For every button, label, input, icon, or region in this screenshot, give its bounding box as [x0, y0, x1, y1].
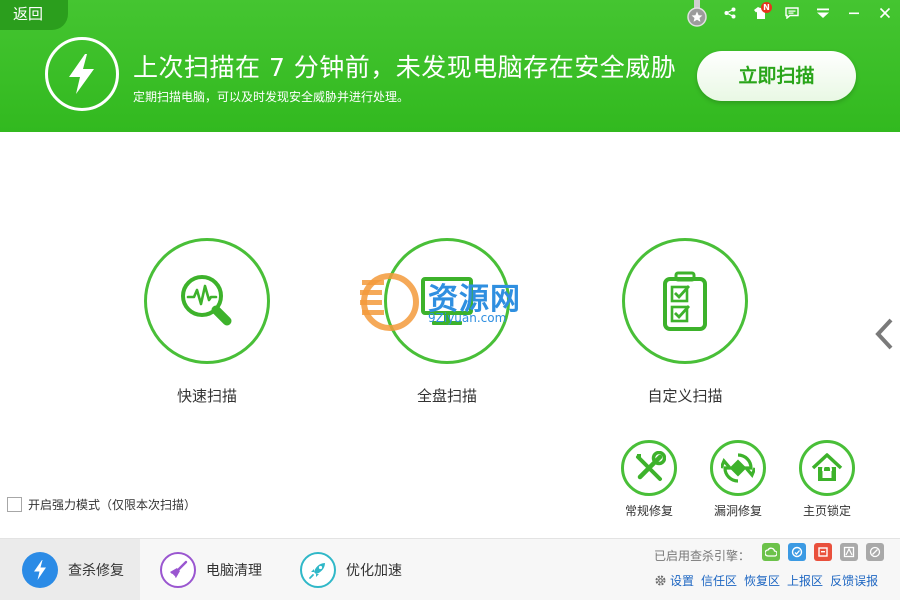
report-zone-link[interactable]: 上报区	[787, 572, 823, 589]
settings-link[interactable]: 设置	[670, 572, 694, 589]
vulnerability-repair-icon	[710, 440, 766, 496]
strong-mode-checkbox[interactable]: 开启强力模式（仅限本次扫描）	[7, 496, 196, 513]
regular-repair-button[interactable]: 常规修复	[619, 440, 679, 519]
medal-icon[interactable]	[686, 0, 708, 28]
full-scan-button[interactable]: 全盘扫描	[384, 238, 510, 406]
bolt-icon	[22, 552, 58, 588]
tab-optimize-speedup[interactable]: 优化加速	[300, 539, 430, 600]
homepage-lock-button[interactable]: 主页锁定	[797, 440, 857, 519]
system-repair-engine-icon[interactable]	[814, 543, 832, 561]
tab-pc-cleanup-label: 电脑清理	[206, 563, 262, 579]
notification-badge: N	[761, 2, 772, 13]
custom-scan-label: 自定义扫描	[647, 387, 723, 405]
vulnerability-repair-button[interactable]: 漏洞修复	[708, 440, 768, 519]
tab-pc-cleanup[interactable]: 电脑清理	[160, 539, 290, 600]
home-lock-icon	[799, 440, 855, 496]
tab-optimize-speedup-label: 优化加速	[346, 563, 402, 579]
magnifier-pulse-icon	[144, 238, 270, 364]
scan-status-subtitle: 定期扫描电脑，可以及时发现安全威胁并进行处理。	[133, 90, 410, 104]
full-scan-label: 全盘扫描	[416, 387, 477, 405]
quick-scan-label: 快速扫描	[176, 387, 237, 405]
scan-status-title: 上次扫描在 7 分钟前，未发现电脑存在安全威胁	[133, 53, 677, 82]
strong-mode-label: 开启强力模式（仅限本次扫描）	[28, 498, 197, 512]
vulnerability-repair-label: 漏洞修复	[713, 504, 762, 518]
close-icon[interactable]	[869, 0, 900, 26]
avira-engine-icon[interactable]	[840, 543, 858, 561]
footer-links: 设置 信任区 恢复区 上报区 反馈误报	[654, 572, 878, 589]
cloud-engine-icon[interactable]	[762, 543, 780, 561]
broom-icon	[160, 552, 196, 588]
header-banner: 返回 N 上次扫描在 7 分钟前，未发现电脑存在安全威胁 定期扫描电脑，可以及时…	[0, 0, 900, 132]
qvm-engine-icon[interactable]	[788, 543, 806, 561]
tab-scan-repair-label: 查杀修复	[68, 563, 124, 579]
restore-zone-link[interactable]: 恢复区	[744, 572, 780, 589]
message-icon[interactable]	[776, 0, 807, 26]
homepage-lock-label: 主页锁定	[802, 504, 851, 518]
checkbox-box[interactable]	[7, 497, 22, 512]
tab-scan-repair[interactable]: 查杀修复	[0, 539, 140, 600]
false-positive-feedback-link[interactable]: 反馈误报	[830, 572, 878, 589]
engines-label: 已启用查杀引擎：	[654, 549, 751, 563]
minimize-icon[interactable]	[838, 0, 869, 26]
regular-repair-label: 常规修复	[624, 504, 673, 518]
clipboard-check-icon	[622, 238, 748, 364]
wrench-screwdriver-icon	[621, 440, 677, 496]
menu-dropdown-icon[interactable]	[807, 0, 838, 26]
back-button[interactable]: 返回	[0, 0, 68, 30]
rocket-icon	[300, 552, 336, 588]
bottom-bar: 查杀修复 电脑清理 优化加速 已启用查杀引擎： 设置 信任区 恢复区 上报区 反…	[0, 538, 900, 600]
skin-shirt-icon[interactable]: N	[745, 0, 776, 26]
trust-zone-link[interactable]: 信任区	[701, 572, 737, 589]
status-bolt-icon	[45, 37, 119, 111]
window-controls: N	[714, 0, 900, 26]
scan-now-button[interactable]: 立即扫描	[697, 51, 856, 101]
monitor-icon	[384, 238, 510, 364]
expand-panel-chevron-icon[interactable]	[872, 314, 896, 354]
bitdefender-engine-icon[interactable]	[866, 543, 884, 561]
quick-scan-button[interactable]: 快速扫描	[144, 238, 270, 406]
share-icon[interactable]	[714, 0, 745, 26]
gear-icon[interactable]	[654, 574, 667, 587]
custom-scan-button[interactable]: 自定义扫描	[622, 238, 748, 406]
